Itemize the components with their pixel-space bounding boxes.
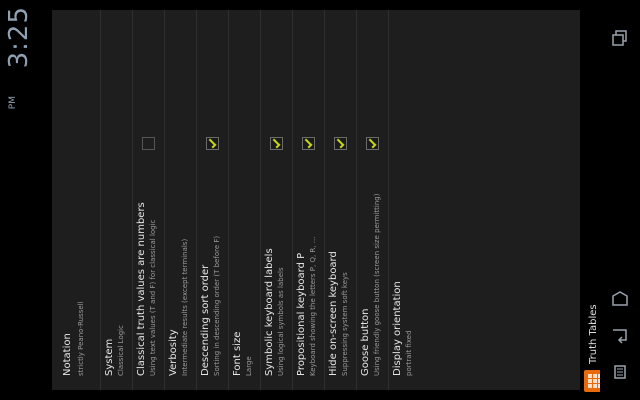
checkbox-checked-icon[interactable]: [334, 137, 347, 150]
checkbox-checked-icon[interactable]: [366, 137, 379, 150]
setting-subtitle: Classical Logic: [117, 325, 125, 376]
status-bar: PM 3:25: [0, 0, 46, 400]
home-icon[interactable]: [610, 290, 630, 310]
clock-ampm: PM: [8, 96, 18, 110]
setting-subtitle: Suppressing system soft keys: [341, 272, 349, 376]
setting-classical-truth-values[interactable]: Classical truth values are numbers Using…: [132, 10, 165, 390]
setting-descending-sort[interactable]: Descending sort order Sorting in descend…: [196, 10, 229, 390]
setting-subtitle: portrait fixed: [405, 330, 413, 376]
setting-subtitle: Intermediate results (except terminals): [181, 238, 189, 376]
menu-icon[interactable]: [610, 362, 630, 382]
setting-display-orientation[interactable]: Display orientation portrait fixed: [388, 10, 420, 390]
setting-hide-keyboard[interactable]: Hide on-screen keyboard Suppressing syst…: [324, 10, 357, 390]
setting-notation[interactable]: Notation strictly Peano-Russell: [52, 10, 101, 390]
setting-subtitle: Using text values (T and F) for classica…: [149, 219, 157, 376]
setting-title: Symbolic keyboard labels: [264, 248, 275, 376]
clock: 3:25: [4, 6, 34, 69]
setting-subtitle: strictly Peano-Russell: [77, 301, 85, 376]
screen: PM 3:25 Notation strictly Peano-Russell …: [0, 0, 640, 400]
setting-subtitle: Using friendly goose button (screen size…: [373, 193, 381, 376]
system-nav-bar: [600, 0, 640, 400]
setting-subtitle: Using logical symbols as labels: [277, 267, 285, 376]
checkbox-checked-icon[interactable]: [302, 137, 315, 150]
checkbox-unchecked-icon[interactable]: [142, 137, 155, 150]
setting-font-size[interactable]: Font size Large: [228, 10, 261, 390]
setting-symbolic-keyboard[interactable]: Symbolic keyboard labels Using logical s…: [260, 10, 293, 390]
setting-goose-button[interactable]: Goose button Using friendly goose button…: [356, 10, 389, 390]
setting-title: Goose button: [360, 308, 371, 376]
setting-verbosity[interactable]: Verbosity Intermediate results (except t…: [164, 10, 197, 390]
setting-propositional-keyboard[interactable]: Propositional keyboard P Keyboard showin…: [292, 10, 325, 390]
settings-list: Notation strictly Peano-Russell System C…: [52, 10, 580, 390]
setting-subtitle: Sorting in descending order (T before F): [213, 235, 221, 376]
setting-subtitle: Large: [245, 356, 253, 376]
setting-title: Propositional keyboard P: [296, 252, 307, 376]
checkbox-checked-icon[interactable]: [270, 137, 283, 150]
setting-title: Font size: [232, 331, 243, 376]
rotated-content: PM 3:25 Notation strictly Peano-Russell …: [0, 0, 640, 400]
setting-system[interactable]: System Classical Logic: [100, 10, 133, 390]
setting-title: System: [104, 338, 115, 376]
setting-title: Descending sort order: [200, 264, 211, 376]
checkbox-checked-icon[interactable]: [206, 137, 219, 150]
app-title: Truth Tables: [588, 304, 599, 364]
setting-title: Hide on-screen keyboard: [328, 251, 339, 376]
setting-title: Verbosity: [168, 329, 179, 376]
setting-title: Notation: [62, 333, 73, 376]
setting-title: Classical truth values are numbers: [136, 202, 147, 376]
recent-apps-icon[interactable]: [610, 28, 630, 48]
back-icon[interactable]: [610, 326, 630, 346]
setting-title: Display orientation: [392, 281, 403, 376]
setting-subtitle: Keyboard showing the letters P, Q, R, ..…: [309, 236, 317, 376]
